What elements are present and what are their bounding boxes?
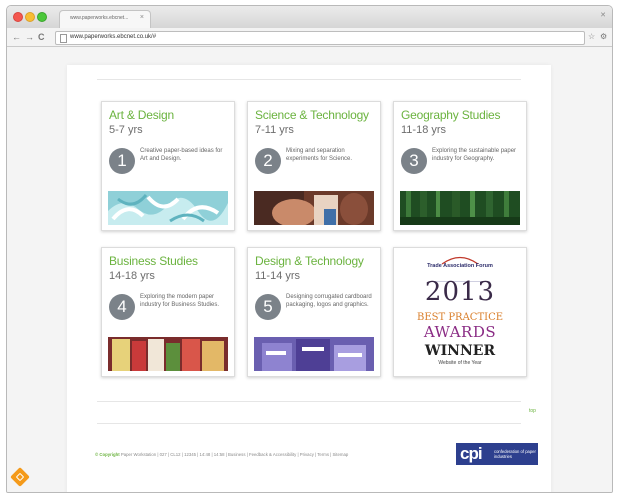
award-badge: Trade Association Forum 2013 BEST PRACTI… bbox=[400, 253, 520, 371]
award-card[interactable]: Trade Association Forum 2013 BEST PRACTI… bbox=[393, 247, 527, 377]
business-photo bbox=[108, 337, 228, 371]
award-winner: WINNER bbox=[424, 343, 496, 359]
card-design-technology[interactable]: Design & Technology 11-14 yrs 5 Designin… bbox=[247, 247, 381, 377]
footer-copyright: © Copyright bbox=[95, 452, 120, 457]
cpi-text: confederation of paper industries bbox=[494, 449, 536, 459]
tab-close-icon[interactable]: × bbox=[140, 14, 144, 21]
award-title: AWARDS bbox=[423, 323, 497, 341]
card-number: 4 bbox=[109, 294, 135, 320]
forest-photo bbox=[400, 191, 520, 225]
minimize-window-button[interactable] bbox=[25, 12, 35, 22]
page-content: Art & Design 5-7 yrs 1 Creative paper-ba… bbox=[67, 65, 551, 492]
art-design-photo bbox=[108, 191, 228, 225]
card-age: 5-7 yrs bbox=[109, 124, 143, 136]
browser-toolbar: ← → C www.paperworks.ebcnet.co.uk/# ☆ ⚙ bbox=[7, 28, 612, 47]
card-art-design[interactable]: Art & Design 5-7 yrs 1 Creative paper-ba… bbox=[101, 101, 235, 231]
card-science-technology[interactable]: Science & Technology 7-11 yrs 2 Mixing a… bbox=[247, 101, 381, 231]
card-number: 3 bbox=[401, 148, 427, 174]
card-number: 1 bbox=[109, 148, 135, 174]
award-subtitle: Website of the Year bbox=[438, 360, 482, 366]
bookmark-star-icon[interactable]: ☆ bbox=[588, 31, 595, 43]
title-bar: www.paperworks.ebcnet... × ✕ bbox=[7, 6, 612, 29]
settings-icon[interactable]: ⚙ bbox=[600, 31, 607, 43]
reload-button[interactable]: C bbox=[38, 31, 45, 43]
packaging-photo bbox=[254, 337, 374, 371]
card-number: 2 bbox=[255, 148, 281, 174]
url-text[interactable]: www.paperworks.ebcnet.co.uk/# bbox=[70, 34, 156, 40]
award-year: 2013 bbox=[424, 277, 496, 307]
card-description: Designing corrugated cardboard packaging… bbox=[286, 294, 372, 308]
window-fullscreen-icon[interactable]: ✕ bbox=[600, 11, 606, 19]
science-photo bbox=[254, 191, 374, 225]
card-age: 14-18 yrs bbox=[109, 270, 155, 282]
card-title: Design & Technology bbox=[255, 254, 364, 268]
card-description: Exploring the modern paper industry for … bbox=[140, 294, 220, 308]
card-description: Mixing and separation experiments for Sc… bbox=[286, 148, 353, 162]
footer-divider bbox=[97, 423, 521, 424]
card-number: 5 bbox=[255, 294, 281, 320]
card-business-studies[interactable]: Business Studies 14-18 yrs 4 Exploring t… bbox=[101, 247, 235, 377]
tab-title: www.paperworks.ebcnet... bbox=[70, 15, 129, 21]
card-title: Science & Technology bbox=[255, 108, 369, 122]
award-forum: Trade Association Forum bbox=[427, 263, 493, 269]
card-geography-studies[interactable]: Geography Studies 11-18 yrs 3 Exploring … bbox=[393, 101, 527, 231]
card-age: 11-18 yrs bbox=[401, 124, 447, 136]
cpi-mark: cpi bbox=[460, 444, 483, 463]
footer-text[interactable]: Paper Workstation | 027 | CL12 | 12345 |… bbox=[121, 452, 348, 457]
cpi-logo[interactable]: cpi confederation of paper industries bbox=[456, 443, 538, 465]
close-window-button[interactable] bbox=[13, 12, 23, 22]
award-best-practice: BEST PRACTICE bbox=[416, 312, 504, 323]
card-title: Business Studies bbox=[109, 254, 198, 268]
card-description: Creative paper-based ideas for Art and D… bbox=[140, 148, 223, 162]
address-bar[interactable]: www.paperworks.ebcnet.co.uk/# bbox=[55, 31, 585, 45]
top-divider bbox=[97, 79, 521, 80]
footer-links[interactable]: © Copyright Paper Workstation | 027 | CL… bbox=[95, 452, 425, 457]
browser-window: www.paperworks.ebcnet... × ✕ ← → C www.p… bbox=[6, 5, 613, 493]
bottom-divider bbox=[97, 401, 521, 402]
browser-tab[interactable]: www.paperworks.ebcnet... × bbox=[59, 10, 151, 29]
zoom-window-button[interactable] bbox=[37, 12, 47, 22]
forward-button[interactable]: → bbox=[25, 31, 34, 43]
card-title: Geography Studies bbox=[401, 108, 501, 122]
back-to-top-link[interactable]: top bbox=[529, 408, 536, 414]
card-age: 11-14 yrs bbox=[255, 270, 301, 282]
page-viewport: Art & Design 5-7 yrs 1 Creative paper-ba… bbox=[7, 47, 612, 492]
forum-rule bbox=[400, 270, 520, 282]
page-icon bbox=[60, 34, 67, 43]
card-age: 7-11 yrs bbox=[255, 124, 294, 136]
badge-inner bbox=[15, 472, 25, 482]
card-title: Art & Design bbox=[109, 108, 174, 122]
back-button[interactable]: ← bbox=[12, 31, 21, 43]
card-description: Exploring the sustainable paper industry… bbox=[432, 148, 517, 162]
